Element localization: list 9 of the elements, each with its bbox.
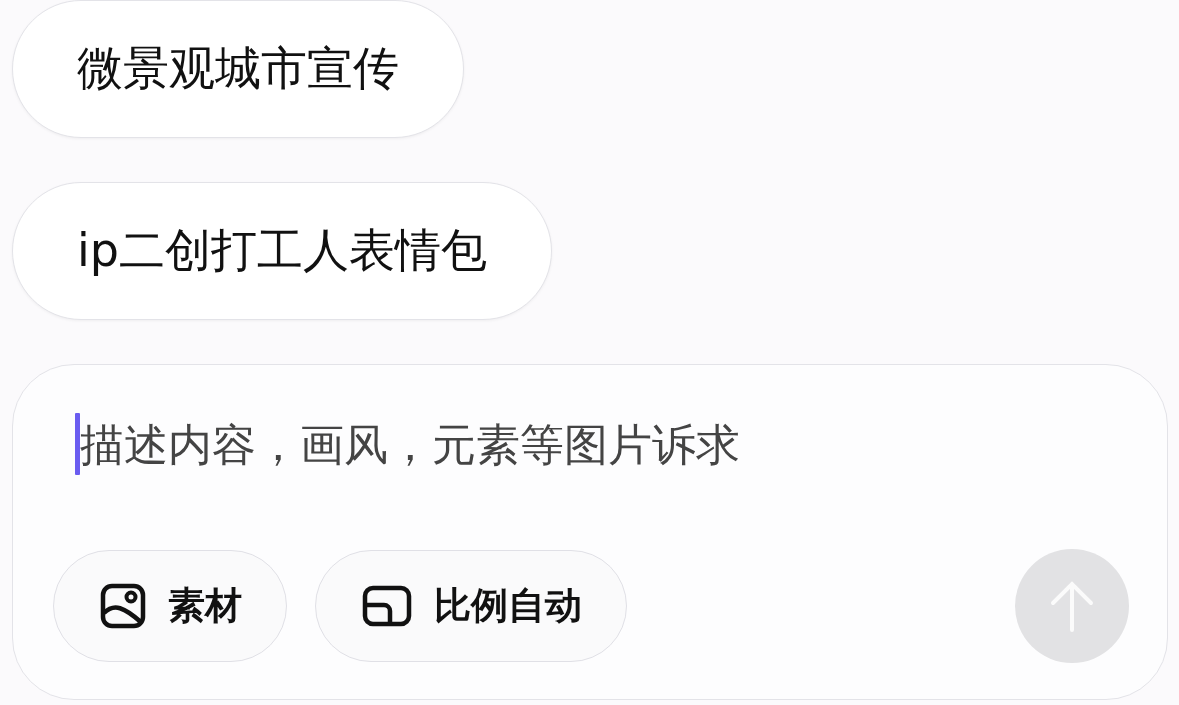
suggestion-chip[interactable]: ip二创打工人表情包 xyxy=(12,182,552,320)
aspect-ratio-icon xyxy=(362,585,412,627)
ratio-button[interactable]: 比例自动 xyxy=(315,550,627,662)
material-button[interactable]: 素材 xyxy=(53,550,287,662)
text-cursor xyxy=(75,413,80,475)
prompt-input[interactable]: 描述内容，画风，元素等图片诉求 xyxy=(80,418,980,470)
suggestion-chip[interactable]: 微景观城市宣传 xyxy=(12,0,464,138)
image-icon xyxy=(100,583,146,629)
arrow-up-icon xyxy=(1049,580,1095,632)
